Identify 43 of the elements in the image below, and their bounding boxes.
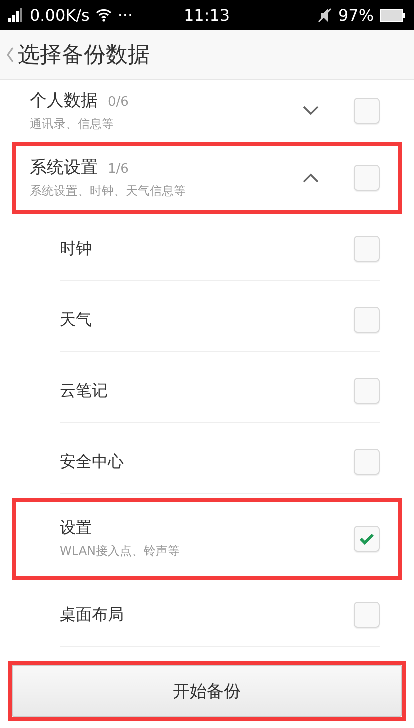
expand-icon[interactable] (302, 105, 320, 117)
item-row[interactable]: 云笔记 (12, 356, 402, 427)
item-title: 桌面布局 (60, 604, 125, 626)
item-title: 天气 (60, 310, 93, 330)
category-row[interactable]: 个人数据 0/6 通讯录、信息等 (12, 80, 402, 142)
collapse-icon[interactable] (302, 172, 320, 184)
checkbox[interactable] (354, 378, 380, 404)
network-speed: 0.00K/s (30, 6, 90, 24)
category-description: 通讯录、信息等 (30, 116, 115, 133)
checkbox[interactable] (354, 236, 380, 262)
more-indicator: ··· (118, 6, 134, 24)
signal-icon (8, 8, 24, 22)
item-row[interactable]: 设置 WLAN接入点、铃声等 (12, 498, 402, 580)
selection-count: 1/6 (108, 162, 129, 177)
clock: 11:13 (184, 6, 230, 24)
check-icon (359, 533, 375, 545)
mute-icon (318, 8, 332, 22)
item-title: 设置 (60, 518, 93, 539)
checkbox[interactable] (354, 165, 380, 191)
category-title: 个人数据 (30, 91, 98, 111)
checkbox[interactable] (354, 449, 380, 475)
battery-level: 97% (338, 6, 374, 24)
category-row[interactable]: 系统设置 1/6 系统设置、时钟、天气信息等 (12, 142, 402, 214)
back-icon[interactable] (6, 46, 14, 62)
category-title: 系统设置 (30, 158, 98, 178)
item-row[interactable]: 安全中心 (12, 427, 402, 498)
checkbox[interactable] (354, 307, 380, 333)
category-description: 系统设置、时钟、天气信息等 (30, 183, 187, 200)
battery-icon (380, 8, 406, 22)
selection-count: 0/6 (108, 95, 129, 110)
item-title: 安全中心 (60, 452, 125, 472)
item-row[interactable]: 时钟 (12, 214, 402, 285)
page-title: 选择备份数据 (18, 42, 150, 70)
checkbox[interactable] (354, 526, 380, 552)
item-description: WLAN接入点、铃声等 (60, 543, 182, 560)
item-title: 时钟 (60, 238, 93, 260)
item-row[interactable]: 天气 (12, 285, 402, 356)
item-row[interactable]: 桌面布局 (12, 580, 402, 651)
checkbox[interactable] (354, 602, 380, 628)
start-backup-button[interactable]: 开始备份 (12, 665, 402, 717)
wifi-icon (96, 8, 112, 22)
checkbox[interactable] (354, 98, 380, 124)
item-title: 云笔记 (60, 380, 109, 402)
